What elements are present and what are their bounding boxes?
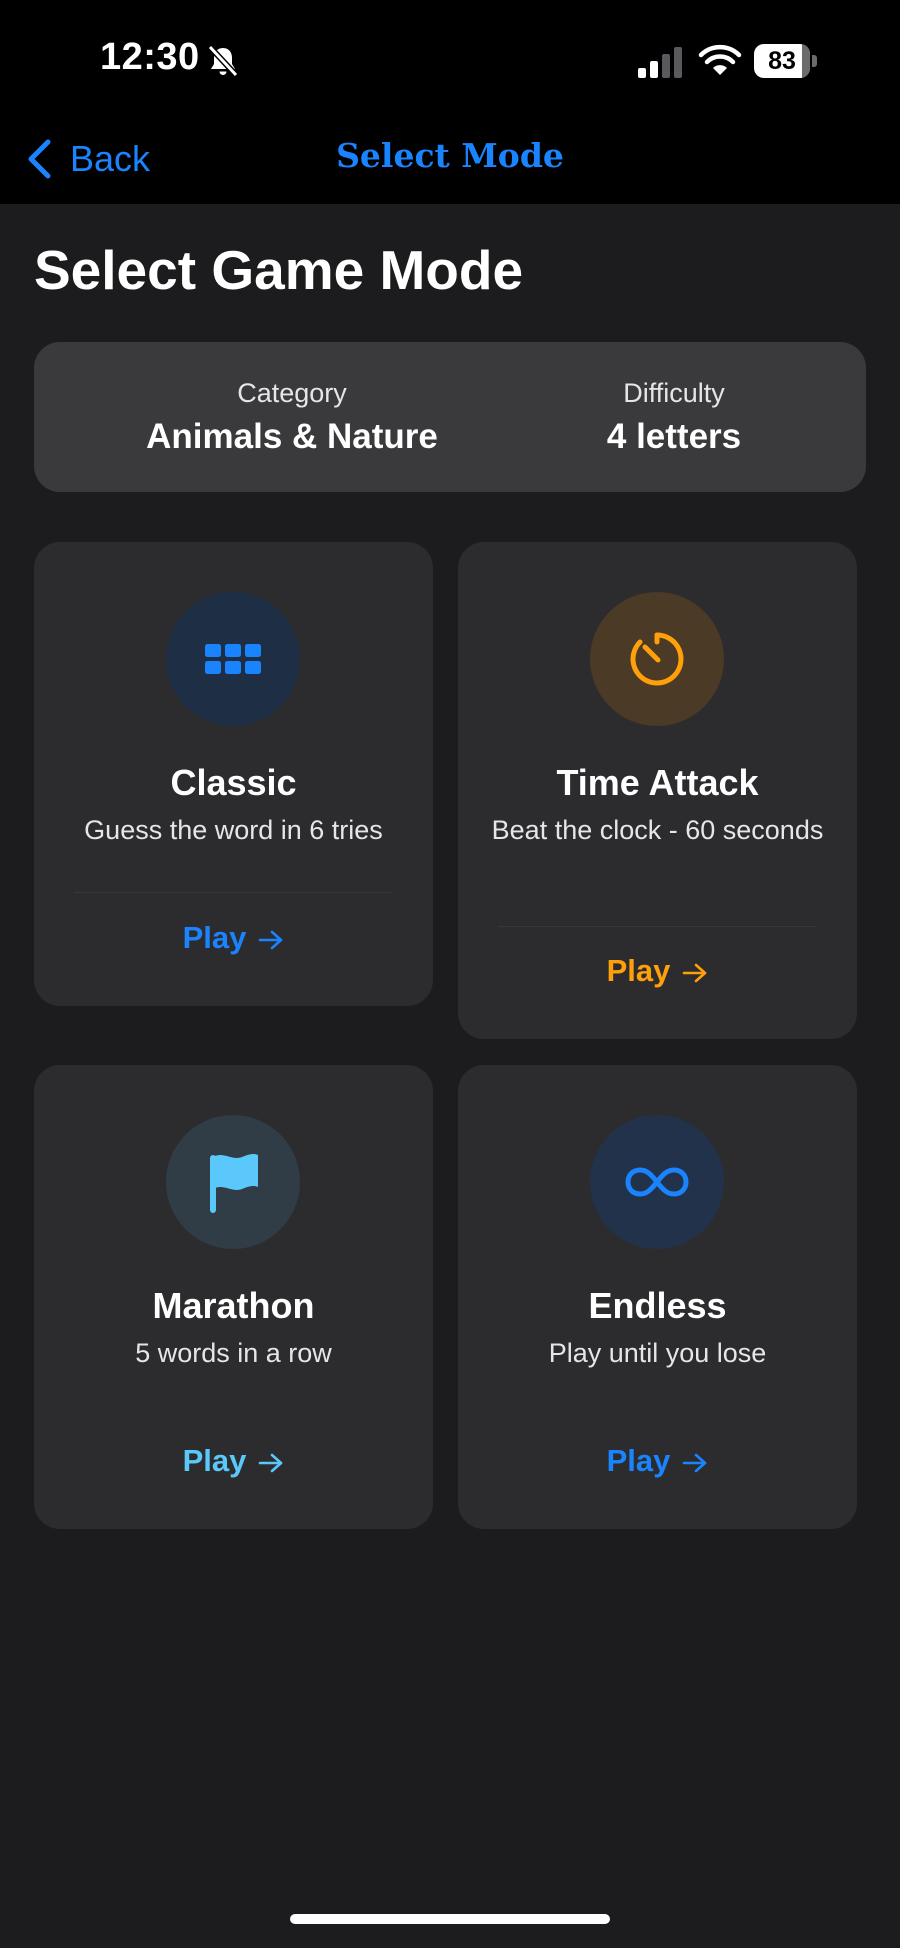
divider <box>74 892 393 893</box>
timer-icon <box>630 632 684 686</box>
battery-icon: 83 <box>754 44 818 78</box>
bell-slash-icon <box>207 44 239 78</box>
difficulty-info: Difficulty 4 letters <box>484 378 864 457</box>
play-label: Play <box>182 1443 247 1478</box>
play-button[interactable]: Play <box>34 1443 433 1479</box>
divider <box>498 926 817 927</box>
arrow-right-icon <box>259 1453 283 1473</box>
arrow-right-icon <box>259 930 283 950</box>
category-value: Animals & Nature <box>146 417 438 456</box>
wifi-icon <box>698 44 742 75</box>
mode-icon-bg <box>590 592 724 726</box>
play-label: Play <box>182 920 247 955</box>
page-title: Select Game Mode <box>34 239 524 301</box>
play-label: Play <box>606 953 671 988</box>
play-button[interactable]: Play <box>34 920 433 956</box>
home-indicator[interactable] <box>290 1914 610 1924</box>
difficulty-label: Difficulty <box>623 378 725 408</box>
mode-title: Classic <box>170 762 297 803</box>
flag-icon <box>210 1153 258 1213</box>
mode-icon-bg <box>590 1115 724 1249</box>
arrow-right-icon <box>683 963 707 983</box>
mode-description: Guess the word in 6 tries <box>84 815 383 845</box>
infinity-icon <box>625 1167 689 1197</box>
play-button[interactable]: Play <box>458 953 857 989</box>
battery-level: 83 <box>768 47 796 75</box>
mode-card-marathon[interactable]: Marathon 5 words in a row Play <box>34 1065 433 1529</box>
play-label: Play <box>606 1443 671 1478</box>
status-time: 12:30 <box>100 36 200 78</box>
mode-title: Endless <box>588 1285 727 1326</box>
mode-card-time-attack[interactable]: Time Attack Beat the clock - 60 seconds … <box>458 542 857 1039</box>
arrow-right-icon <box>683 1453 707 1473</box>
mode-icon-bg <box>166 592 300 726</box>
play-button[interactable]: Play <box>458 1443 857 1479</box>
cellular-signal-icon <box>638 47 682 78</box>
grid-icon <box>205 644 261 674</box>
mode-description: Beat the clock - 60 seconds <box>491 815 824 845</box>
mode-title: Marathon <box>152 1285 315 1326</box>
select-mode-screen: 12:30 83 Back Select Mode Select Game Mo… <box>0 0 900 1948</box>
mode-card-classic[interactable]: Classic Guess the word in 6 tries Play <box>34 542 433 1006</box>
category-label: Category <box>237 378 347 408</box>
category-info: Category Animals & Nature <box>102 378 482 457</box>
difficulty-value: 4 letters <box>606 417 742 456</box>
mode-title: Time Attack <box>556 762 759 803</box>
top-bar: 12:30 83 Back Select Mode <box>0 0 900 204</box>
nav-title: Select Mode <box>336 136 564 175</box>
mode-description: 5 words in a row <box>135 1338 332 1368</box>
mode-card-endless[interactable]: Endless Play until you lose Play <box>458 1065 857 1529</box>
mode-description: Play until you lose <box>548 1338 767 1368</box>
game-info-card: Category Animals & Nature Difficulty 4 l… <box>34 342 866 492</box>
mode-icon-bg <box>166 1115 300 1249</box>
